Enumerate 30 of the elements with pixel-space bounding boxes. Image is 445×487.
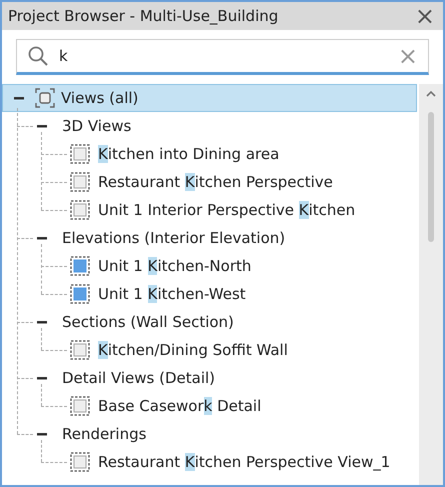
- tree-label: Views (all): [61, 88, 138, 109]
- search-icon: [27, 45, 49, 67]
- elevation-view-icon: [70, 256, 90, 276]
- view-icon: [70, 144, 90, 164]
- view-icon: [70, 200, 90, 220]
- view-label[interactable]: Kitchen/Dining Soffit Wall: [98, 338, 288, 362]
- tree-label[interactable]: Detail Views (Detail): [62, 366, 216, 390]
- view-label[interactable]: Unit 1 Kitchen-North: [98, 254, 252, 278]
- window-title: Project Browser - Multi-Use_Building: [8, 6, 278, 27]
- tree-row[interactable]: Views (all): [2, 84, 417, 112]
- elevation-view-icon: [70, 284, 90, 304]
- tree-label[interactable]: Sections (Wall Section): [62, 310, 234, 334]
- scroll-thumb[interactable]: [428, 112, 434, 242]
- close-button[interactable]: ×: [410, 4, 439, 28]
- view-label[interactable]: Restaurant Kitchen Perspective View_1: [98, 450, 390, 474]
- views-icon: [35, 88, 55, 108]
- view-icon: [70, 172, 90, 192]
- tree-label[interactable]: Renderings: [62, 422, 146, 446]
- scrollbar[interactable]: [419, 84, 443, 485]
- view-icon: [70, 340, 90, 360]
- view-label[interactable]: Base Casework Detail: [98, 394, 262, 418]
- tree-label[interactable]: 3D Views: [62, 114, 132, 138]
- view-label[interactable]: Unit 1 Interior Perspective Kitchen: [98, 198, 356, 222]
- view-icon: [70, 396, 90, 416]
- search-field[interactable]: k ×: [16, 39, 429, 75]
- view-label[interactable]: Restaurant Kitchen Perspective: [98, 170, 333, 194]
- view-icon: [70, 452, 90, 472]
- tree-label[interactable]: Elevations (Interior Elevation): [62, 226, 286, 250]
- view-label[interactable]: Unit 1 Kitchen-West: [98, 282, 246, 306]
- view-label[interactable]: Kitchen into Dining area: [98, 142, 280, 166]
